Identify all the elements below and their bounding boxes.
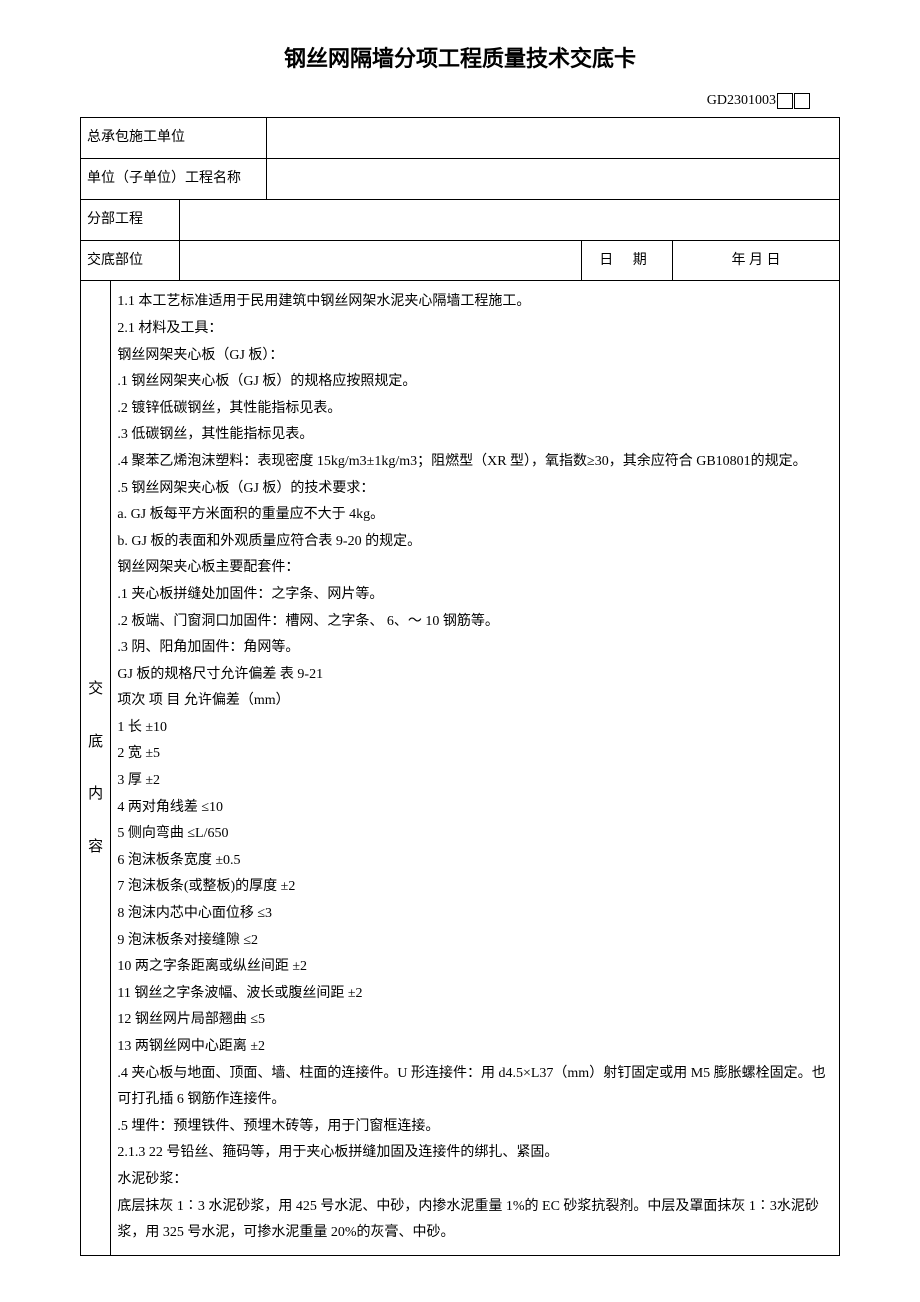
- doc-number-row: GD2301003: [80, 89, 840, 113]
- content-line: .5 钢丝网架夹心板（GJ 板）的技术要求：: [117, 476, 833, 503]
- content-line: 5 侧向弯曲 ≤L/650: [117, 821, 833, 848]
- row-subproject: 分部工程: [81, 199, 840, 240]
- side-label-char: 内: [87, 768, 104, 821]
- main-table: 总承包施工单位 单位（子单位）工程名称 分部工程 交底部位 日 期 年 月 日 …: [80, 117, 840, 1256]
- content-line: .1 夹心板拼缝处加固件：之字条、网片等。: [117, 582, 833, 609]
- date-label: 日 期: [581, 240, 672, 281]
- content-body: 1.1 本工艺标准适用于民用建筑中钢丝网架水泥夹心隔墙工程施工。2.1 材料及工…: [111, 281, 840, 1255]
- content-line: 项次 项 目 允许偏差（mm）: [117, 688, 833, 715]
- side-label-char: 底: [87, 716, 104, 769]
- content-line: .2 镀锌低碳钢丝，其性能指标见表。: [117, 396, 833, 423]
- subproject-label: 分部工程: [81, 199, 180, 240]
- content-line: .4 夹心板与地面、顶面、墙、柱面的连接件。U 形连接件：用 d4.5×L37（…: [117, 1061, 833, 1114]
- content-line: 8 泡沫内芯中心面位移 ≤3: [117, 901, 833, 928]
- side-label-char: 交: [87, 663, 104, 716]
- content-line: .1 钢丝网架夹心板（GJ 板）的规格应按照规定。: [117, 369, 833, 396]
- content-line: 钢丝网架夹心板（GJ 板）：: [117, 343, 833, 370]
- position-value: [179, 240, 581, 281]
- content-line: 2.1 材料及工具：: [117, 316, 833, 343]
- subproject-value: [179, 199, 839, 240]
- content-line: 钢丝网架夹心板主要配套件：: [117, 555, 833, 582]
- row-contractor: 总承包施工单位: [81, 118, 840, 159]
- content-line: 10 两之字条距离或纵丝间距 ±2: [117, 954, 833, 981]
- docnum-box-2: [794, 93, 810, 109]
- content-line: GJ 板的规格尺寸允许偏差 表 9-21: [117, 662, 833, 689]
- side-label-char: 容: [87, 821, 104, 874]
- content-line: .3 低碳钢丝，其性能指标见表。: [117, 422, 833, 449]
- content-line: 9 泡沫板条对接缝隙 ≤2: [117, 928, 833, 955]
- content-line: 3 厚 ±2: [117, 768, 833, 795]
- row-unit: 单位（子单位）工程名称: [81, 158, 840, 199]
- side-label: 交底内容: [81, 281, 111, 1255]
- content-line: .4 聚苯乙烯泡沫塑料：表现密度 15kg/m3±1kg/m3；阻燃型（XR 型…: [117, 449, 833, 476]
- docnum-box-1: [777, 93, 793, 109]
- content-line: 6 泡沫板条宽度 ±0.5: [117, 848, 833, 875]
- unit-value: [266, 158, 839, 199]
- date-value: 年 月 日: [673, 240, 840, 281]
- content-line: .3 阴、阳角加固件：角网等。: [117, 635, 833, 662]
- content-line: 12 钢丝网片局部翘曲 ≤5: [117, 1007, 833, 1034]
- row-content: 交底内容 1.1 本工艺标准适用于民用建筑中钢丝网架水泥夹心隔墙工程施工。2.1…: [81, 281, 840, 1255]
- content-line: 2.1.3 22 号铅丝、箍码等，用于夹心板拼缝加固及连接件的绑扎、紧固。: [117, 1140, 833, 1167]
- doc-number: GD2301003: [707, 93, 776, 108]
- content-line: a. GJ 板每平方米面积的重量应不大于 4kg。: [117, 502, 833, 529]
- content-line: 1 长 ±10: [117, 715, 833, 742]
- content-line: 水泥砂浆：: [117, 1167, 833, 1194]
- content-line: 1.1 本工艺标准适用于民用建筑中钢丝网架水泥夹心隔墙工程施工。: [117, 289, 833, 316]
- content-line: .2 板端、门窗洞口加固件：槽网、之字条、 6、～ 10 钢筋等。: [117, 609, 833, 636]
- content-line: 11 钢丝之字条波幅、波长或腹丝间距 ±2: [117, 981, 833, 1008]
- content-line: .5 埋件：预埋铁件、预埋木砖等，用于门窗框连接。: [117, 1114, 833, 1141]
- contractor-value: [266, 118, 839, 159]
- row-position-date: 交底部位 日 期 年 月 日: [81, 240, 840, 281]
- position-label: 交底部位: [81, 240, 180, 281]
- unit-label: 单位（子单位）工程名称: [81, 158, 267, 199]
- content-line: 7 泡沫板条(或整板)的厚度 ±2: [117, 874, 833, 901]
- content-line: 13 两钢丝网中心距离 ±2: [117, 1034, 833, 1061]
- content-line: b. GJ 板的表面和外观质量应符合表 9-20 的规定。: [117, 529, 833, 556]
- page-title: 钢丝网隔墙分项工程质量技术交底卡: [80, 40, 840, 77]
- content-line: 4 两对角线差 ≤10: [117, 795, 833, 822]
- content-line: 2 宽 ±5: [117, 741, 833, 768]
- content-line: 底层抹灰 1∶3 水泥砂浆，用 425 号水泥、中砂，内掺水泥重量 1%的 EC…: [117, 1194, 833, 1247]
- contractor-label: 总承包施工单位: [81, 118, 267, 159]
